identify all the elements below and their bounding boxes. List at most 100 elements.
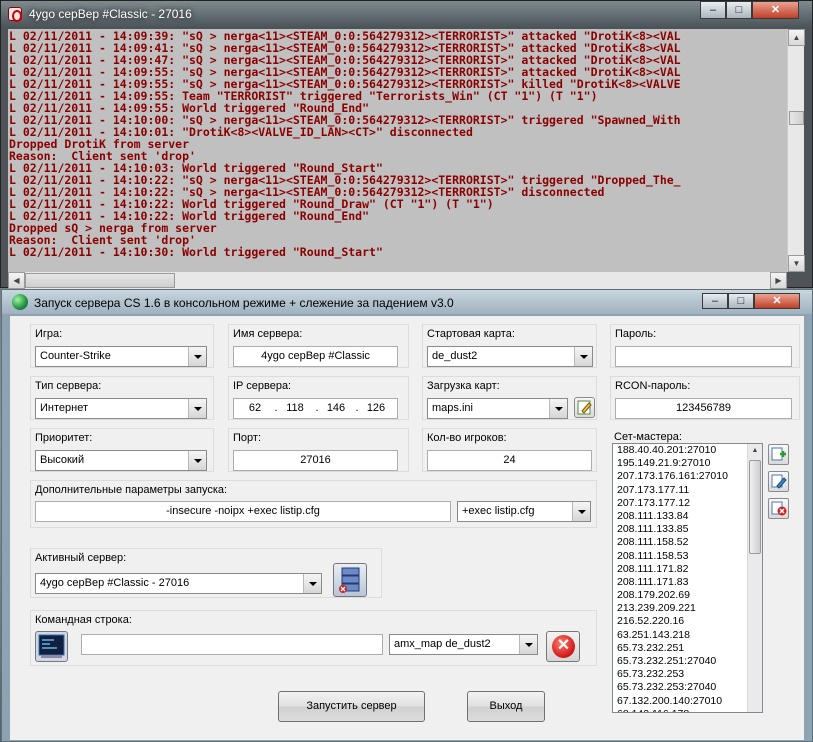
close-button[interactable]: ✕	[752, 1, 799, 19]
rcon-input[interactable]: 123456789	[615, 398, 792, 419]
password-input[interactable]	[615, 346, 792, 367]
rcon-group: RCON-пароль: 123456789	[610, 376, 800, 420]
server-type-label: Тип сервера:	[35, 380, 102, 392]
list-item[interactable]: 65.73.232.253	[613, 668, 762, 681]
console-vertical-scrollbar[interactable]: ▲ ▼	[787, 29, 805, 272]
scroll-down-arrow-icon[interactable]: ▼	[788, 255, 805, 272]
console-send-button[interactable]	[35, 631, 68, 662]
list-item[interactable]: 207.173.176.161:27010	[613, 470, 762, 483]
start-server-button[interactable]: Запустить сервер	[278, 691, 425, 722]
launcher-titlebar[interactable]: Запуск сервера CS 1.6 в консольном режим…	[2, 290, 812, 314]
ip-label: IP сервера:	[233, 380, 292, 392]
launcher-title: Запуск сервера CS 1.6 в консольном режим…	[34, 296, 454, 310]
server-type-group: Тип сервера: Интернет	[30, 376, 214, 420]
list-item[interactable]: 208.111.158.53	[613, 550, 762, 563]
ip-input[interactable]: 62 . 118 . 146 . 126	[233, 398, 398, 419]
add-icon	[771, 447, 786, 461]
server-stop-button[interactable]	[333, 563, 367, 597]
server-type-select[interactable]: Интернет	[35, 398, 207, 419]
server-stack-icon	[339, 567, 360, 593]
active-server-select[interactable]: 4ygo серВер #Classic - 27016	[35, 573, 322, 594]
list-item[interactable]: 195.149.21.9:27010	[613, 457, 762, 470]
active-server-group: Активный сервер: 4ygo серВер #Classic - …	[30, 548, 382, 598]
server-name-group: Имя сервера: 4ygo серВер #Classic	[228, 324, 409, 368]
list-item[interactable]: 208.111.133.84	[613, 510, 762, 523]
delete-master-button[interactable]	[768, 498, 789, 519]
launcher-close-button[interactable]: ✕	[754, 293, 800, 309]
scroll-up-arrow-icon[interactable]: ▲	[748, 444, 762, 458]
list-item[interactable]: 68.142.116.178	[613, 708, 762, 712]
command-line-label: Командная строка:	[35, 614, 132, 626]
chevron-down-icon	[549, 399, 567, 418]
ip-group: IP сервера: 62 . 118 . 146 . 126	[228, 376, 409, 420]
masters-scrollbar[interactable]: ▲	[747, 444, 762, 712]
game-group: Игра: Counter-Strike	[30, 324, 214, 368]
edit-maps-button[interactable]	[574, 397, 595, 418]
edit-master-button[interactable]	[768, 471, 789, 492]
console-title: 4ygo серВер #Classic - 27016	[29, 7, 192, 21]
add-master-button[interactable]	[768, 444, 789, 465]
command-line-group: Командная строка: amx_map de_dust2 ✕	[30, 610, 597, 666]
players-input[interactable]: 24	[427, 450, 592, 471]
port-label: Порт:	[233, 432, 261, 444]
launcher-window: Запуск сервера CS 1.6 в консольном режим…	[1, 289, 813, 742]
scroll-up-arrow-icon[interactable]: ▲	[788, 29, 805, 46]
list-item[interactable]: 213.239.209.221	[613, 602, 762, 615]
list-item[interactable]: 63.251.143.218	[613, 629, 762, 642]
list-item[interactable]: 67.132.200.140:27010	[613, 695, 762, 708]
game-label: Игра:	[35, 328, 63, 340]
masters-scroll-thumb[interactable]	[749, 460, 761, 554]
clear-command-button[interactable]: ✕	[546, 631, 580, 662]
globe-icon	[12, 294, 28, 310]
console-line: L 02/11/2011 - 14:10:30: World triggered…	[9, 245, 383, 259]
launcher-maximize-button[interactable]: □	[728, 293, 754, 309]
scroll-left-arrow-icon[interactable]: ◀	[8, 272, 25, 289]
list-item[interactable]: 65.73.232.251:27040	[613, 655, 762, 668]
delete-icon	[771, 501, 787, 516]
list-item[interactable]: 188.40.40.201:27010	[613, 444, 762, 457]
list-item[interactable]: 65.73.232.251	[613, 642, 762, 655]
map-load-select[interactable]: maps.ini	[427, 398, 568, 419]
command-input[interactable]	[81, 634, 383, 655]
list-item[interactable]: 65.73.232.253:27040	[613, 681, 762, 694]
exit-button[interactable]: Выход	[467, 691, 545, 722]
priority-select[interactable]: Высокий	[35, 450, 207, 471]
horizontal-scroll-thumb[interactable]	[25, 273, 175, 288]
chevron-down-icon	[303, 574, 321, 593]
app-icon	[8, 7, 22, 22]
list-item[interactable]: 208.179.202.69	[613, 589, 762, 602]
scroll-right-arrow-icon[interactable]: ▶	[770, 272, 787, 289]
server-name-label: Имя сервера:	[233, 328, 303, 340]
server-name-input[interactable]: 4ygo серВер #Classic	[233, 346, 398, 367]
terminal-icon	[38, 634, 65, 658]
scroll-thumb[interactable]	[789, 111, 804, 125]
extra-params-input[interactable]: -insecure -noipx +exec listip.cfg	[35, 501, 451, 522]
edit-icon	[771, 474, 787, 489]
launcher-client: Игра: Counter-Strike Имя сервера: 4ygo с…	[10, 316, 804, 740]
close-icon: ✕	[552, 635, 575, 658]
launcher-minimize-button[interactable]: –	[702, 293, 728, 309]
console-horizontal-scrollbar[interactable]: ◀ ▶	[8, 272, 787, 289]
start-map-select[interactable]: de_dust2	[427, 346, 593, 367]
list-item[interactable]: 208.111.158.52	[613, 536, 762, 549]
extra-params-group: Дополнительные параметры запуска: -insec…	[30, 480, 597, 528]
list-item[interactable]: 208.111.171.82	[613, 563, 762, 576]
list-item[interactable]: 208.111.171.83	[613, 576, 762, 589]
list-item[interactable]: 216.52.220.16	[613, 615, 762, 628]
chevron-down-icon	[574, 347, 592, 366]
command-select[interactable]: amx_map de_dust2	[389, 634, 538, 655]
game-select[interactable]: Counter-Strike	[35, 346, 207, 367]
extra-params-select[interactable]: +exec listip.cfg	[457, 501, 591, 522]
start-map-group: Стартовая карта: de_dust2	[422, 324, 597, 368]
rcon-label: RCON-пароль:	[615, 380, 691, 392]
active-server-label: Активный сервер:	[35, 552, 127, 564]
list-item[interactable]: 208.111.133.85	[613, 523, 762, 536]
minimize-button[interactable]: –	[700, 1, 726, 19]
console-titlebar[interactable]: 4ygo серВер #Classic - 27016 – □ ✕	[1, 1, 812, 28]
chevron-down-icon	[519, 635, 537, 654]
list-item[interactable]: 207.173.177.12	[613, 497, 762, 510]
masters-list[interactable]: 188.40.40.201:27010 195.149.21.9:27010 207…	[612, 443, 763, 713]
list-item[interactable]: 207.173.177.11	[613, 484, 762, 497]
port-input[interactable]: 27016	[233, 450, 398, 471]
maximize-button[interactable]: □	[726, 1, 752, 19]
